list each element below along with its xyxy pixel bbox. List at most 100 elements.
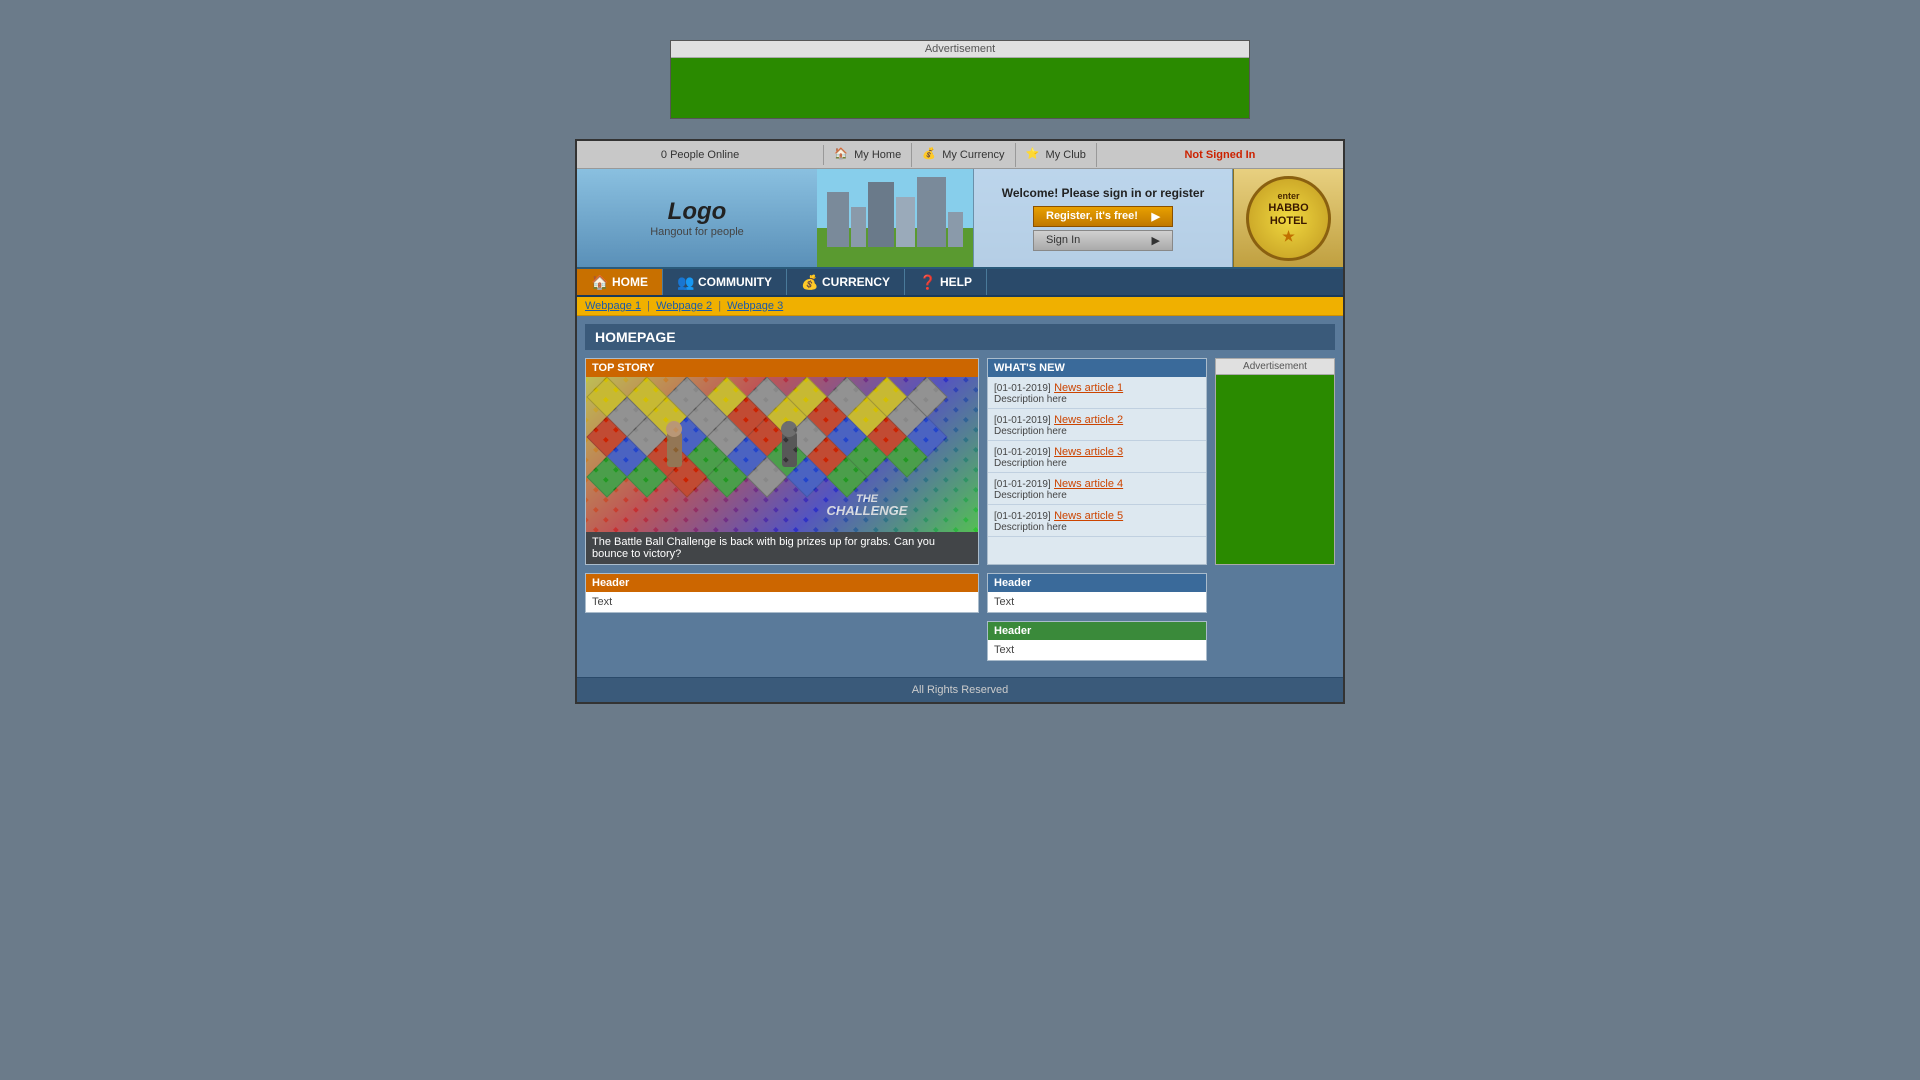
whats-new-header: WHAT'S NEW: [988, 359, 1206, 377]
enter-hotel-badge[interactable]: enter HABBO HOTEL ★: [1233, 169, 1343, 267]
side-ad-content: [1215, 374, 1335, 565]
currency-tab-icon: 💰: [801, 274, 817, 290]
site-wrapper: 0 People Online 🏠 My Home 💰 My Currency …: [575, 139, 1345, 704]
bottom-right-text2: Text: [988, 640, 1206, 660]
breadcrumb-sep1: |: [647, 300, 650, 312]
my-currency-label: My Currency: [942, 149, 1004, 161]
news-desc-1: Description here: [994, 394, 1200, 405]
header-logo: Logo Hangout for people: [577, 169, 817, 267]
bottom-left-header: Header: [586, 574, 978, 592]
news-item-5: [01-01-2019] News article 5 Description …: [988, 505, 1206, 537]
breadcrumb-page3[interactable]: Webpage 3: [727, 300, 783, 312]
breadcrumb-sep2: |: [718, 300, 721, 312]
bottom-right-block2: Header Text: [987, 621, 1207, 661]
news-link-3[interactable]: News article 3: [1054, 446, 1123, 458]
bottom-left-block: Header Text: [585, 573, 979, 613]
news-date-2: [01-01-2019]: [994, 415, 1051, 426]
top-story-header: TOP STORY: [586, 359, 978, 377]
club-nav-icon: ⭐: [1026, 147, 1042, 163]
news-item-2: [01-01-2019] News article 2 Description …: [988, 409, 1206, 441]
breadcrumb-page2[interactable]: Webpage 2: [656, 300, 712, 312]
sign-in-arrow-icon: ▶: [1152, 234, 1160, 247]
news-date-1: [01-01-2019]: [994, 383, 1051, 394]
bottom-right: Header Text Header Text: [987, 573, 1207, 669]
top-ad-label: Advertisement: [671, 41, 1249, 58]
breadcrumb-bar: Webpage 1 | Webpage 2 | Webpage 3: [577, 297, 1343, 316]
header-area: Logo Hangout for people Welcome! Please …: [577, 169, 1343, 269]
register-button[interactable]: Register, it's free! ▶: [1033, 206, 1173, 227]
svg-text:THE: THE: [856, 493, 879, 505]
header-city-scene: [817, 169, 973, 267]
welcome-panel: Welcome! Please sign in or register Regi…: [973, 169, 1233, 267]
building-6: [948, 212, 963, 247]
news-link-2[interactable]: News article 2: [1054, 414, 1123, 426]
building-3: [868, 182, 894, 247]
nav-tab-currency[interactable]: 💰 CURRENCY: [787, 269, 905, 295]
my-currency-link[interactable]: 💰 My Currency: [912, 143, 1015, 167]
main-content-row: TOP STORY: [585, 358, 1335, 565]
news-item-3: [01-01-2019] News article 3 Description …: [988, 441, 1206, 473]
news-item-1: [01-01-2019] News article 1 Description …: [988, 377, 1206, 409]
top-ad-banner: Advertisement: [670, 40, 1250, 119]
nav-tab-help[interactable]: ❓ HELP: [905, 269, 987, 295]
bottom-right-header2: Header: [988, 622, 1206, 640]
news-desc-5: Description here: [994, 522, 1200, 533]
nav-links: 🏠 My Home 💰 My Currency ⭐ My Club: [824, 143, 1097, 167]
bottom-left-text: Text: [586, 592, 978, 612]
sign-in-button[interactable]: Sign In ▶: [1033, 230, 1173, 251]
whats-new-section: WHAT'S NEW [01-01-2019] News article 1 D…: [987, 358, 1207, 565]
svg-text:CHALLENGE: CHALLENGE: [827, 503, 908, 518]
not-signed-in-status: Not Signed In: [1097, 145, 1343, 165]
news-date-4: [01-01-2019]: [994, 479, 1051, 490]
bottom-row: Header Text Header Text Header Text: [585, 573, 1335, 669]
badge-hotel-name: HABBO HOTEL: [1249, 202, 1328, 228]
news-link-4[interactable]: News article 4: [1054, 478, 1123, 490]
news-desc-3: Description here: [994, 458, 1200, 469]
breadcrumb-page1[interactable]: Webpage 1: [585, 300, 641, 312]
people-online: 0 People Online: [577, 145, 824, 165]
my-home-link[interactable]: 🏠 My Home: [824, 143, 912, 167]
bottom-spacer: [1215, 573, 1335, 669]
register-arrow-icon: ▶: [1152, 210, 1160, 223]
story-svg: THE CHALLENGE: [586, 377, 978, 532]
news-desc-4: Description here: [994, 490, 1200, 501]
news-items-container: [01-01-2019] News article 1 Description …: [988, 377, 1206, 537]
logo-subtitle: Hangout for people: [650, 226, 744, 238]
site-footer: All Rights Reserved: [577, 677, 1343, 702]
community-tab-label: COMMUNITY: [698, 275, 772, 289]
footer-text: All Rights Reserved: [912, 684, 1009, 696]
news-link-5[interactable]: News article 5: [1054, 510, 1123, 522]
top-story-section: TOP STORY: [585, 358, 979, 565]
news-link-1[interactable]: News article 1: [1054, 382, 1123, 394]
news-item-4: [01-01-2019] News article 4 Description …: [988, 473, 1206, 505]
top-nav-bar: 0 People Online 🏠 My Home 💰 My Currency …: [577, 141, 1343, 169]
news-desc-2: Description here: [994, 426, 1200, 437]
side-ad-container: Advertisement: [1215, 358, 1335, 565]
community-tab-icon: 👥: [677, 274, 693, 290]
nav-tab-home[interactable]: 🏠 HOME: [577, 269, 663, 295]
news-date-5: [01-01-2019]: [994, 511, 1051, 522]
my-club-label: My Club: [1046, 149, 1086, 161]
news-date-3: [01-01-2019]: [994, 447, 1051, 458]
badge-circle: enter HABBO HOTEL ★: [1246, 176, 1331, 261]
sign-in-button-label: Sign In: [1046, 234, 1080, 246]
bottom-right-text1: Text: [988, 592, 1206, 612]
currency-nav-icon: 💰: [922, 147, 938, 163]
building-1: [827, 192, 849, 247]
side-ad-label: Advertisement: [1215, 358, 1335, 374]
home-tab-icon: 🏠: [591, 274, 607, 290]
bottom-left: Header Text: [585, 573, 979, 669]
building-2: [851, 207, 866, 247]
building-4: [896, 197, 915, 247]
home-tab-label: HOME: [612, 275, 648, 289]
nav-tab-community[interactable]: 👥 COMMUNITY: [663, 269, 787, 295]
my-club-link[interactable]: ⭐ My Club: [1016, 143, 1097, 167]
page-title: HOMEPAGE: [585, 324, 1335, 350]
welcome-text: Welcome! Please sign in or register: [1002, 186, 1205, 200]
building-5: [917, 177, 947, 247]
home-nav-icon: 🏠: [834, 147, 850, 163]
city-buildings: [817, 177, 973, 247]
bottom-right-block1: Header Text: [987, 573, 1207, 613]
help-tab-label: HELP: [940, 275, 972, 289]
logo-title: Logo: [668, 198, 727, 226]
